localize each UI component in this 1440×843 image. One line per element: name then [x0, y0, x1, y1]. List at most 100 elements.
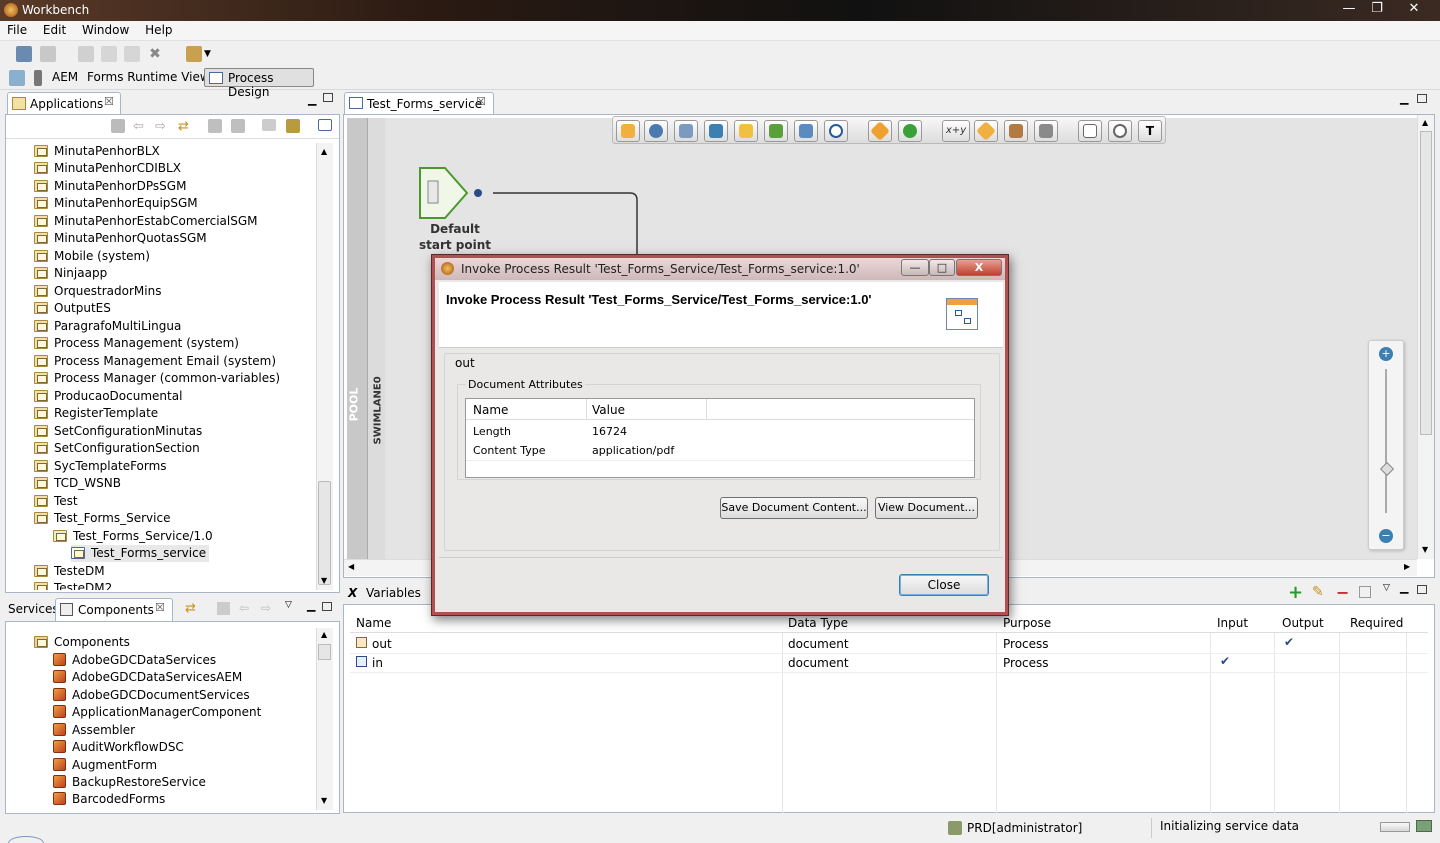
maximize-view-icon[interactable]: [1417, 94, 1427, 103]
palette-user-button[interactable]: [644, 120, 668, 142]
column-data-type[interactable]: Data Type: [788, 616, 848, 630]
table-row[interactable]: Content Type application/pdf: [466, 442, 974, 461]
tab-components[interactable]: Components ☒: [55, 598, 173, 621]
scrollbar-thumb[interactable]: [318, 644, 331, 660]
list-item[interactable]: Process Management Email (system): [34, 353, 276, 370]
applications-scrollbar[interactable]: ▲ ▼: [316, 143, 333, 590]
column-name[interactable]: Name: [356, 616, 391, 630]
list-item[interactable]: Mobile (system): [34, 248, 150, 265]
list-item[interactable]: MinutaPenhorEstabComercialSGM: [34, 213, 258, 230]
minimize-view-icon[interactable]: ▁: [1400, 581, 1408, 594]
filter-icon[interactable]: [262, 119, 276, 131]
palette-xy-button[interactable]: x+y: [942, 120, 970, 142]
list-item[interactable]: Assembler: [53, 722, 135, 739]
list-item[interactable]: TesteDM: [34, 563, 105, 580]
home-icon[interactable]: [217, 602, 230, 615]
menu-window[interactable]: Window: [75, 21, 134, 37]
pool[interactable]: POOL SWIMLANE0: [347, 118, 385, 559]
scrollbar-thumb[interactable]: [318, 481, 331, 585]
progress-view-icon[interactable]: [1416, 820, 1432, 832]
list-item[interactable]: ProducaoDocumental: [34, 388, 182, 405]
list-item[interactable]: Components: [34, 634, 130, 651]
tab-services[interactable]: Services: [8, 602, 59, 616]
swimlane[interactable]: [367, 118, 385, 559]
copy-icon[interactable]: [1359, 586, 1371, 598]
new-icon[interactable]: [16, 46, 32, 62]
list-item[interactable]: ApplicationManagerComponent: [53, 704, 261, 721]
list-item[interactable]: Process Management (system): [34, 335, 239, 352]
palette-text-button[interactable]: T: [1138, 120, 1162, 142]
add-variable-icon[interactable]: +: [1288, 582, 1303, 603]
palette-group-button[interactable]: [674, 120, 698, 142]
maximize-button[interactable]: ❐: [1362, 0, 1392, 18]
tab-applications[interactable]: Applications ☒: [7, 92, 121, 114]
delete-icon[interactable]: ✖: [147, 46, 163, 62]
zoom-in-icon[interactable]: +: [1379, 347, 1393, 361]
expand-all-icon[interactable]: [231, 119, 245, 133]
scroll-down-icon[interactable]: ▼: [321, 796, 327, 805]
minimize-button[interactable]: —: [1334, 0, 1364, 18]
close-icon[interactable]: ☒: [155, 601, 165, 614]
scroll-up-icon[interactable]: ▲: [321, 147, 327, 156]
minimize-view-icon[interactable]: ▁: [307, 599, 315, 612]
minimize-view-icon[interactable]: ▁: [1400, 92, 1408, 105]
output-checkbox[interactable]: ✔: [1284, 635, 1294, 649]
list-item[interactable]: MinutaPenhorCDIBLX: [34, 160, 181, 177]
table-row[interactable]: in document Process ✔: [350, 654, 1428, 673]
close-icon[interactable]: ☒: [476, 95, 486, 108]
list-item[interactable]: Test_Forms_Service/1.0: [53, 528, 213, 545]
forward-icon[interactable]: ⇨: [155, 119, 171, 135]
list-item[interactable]: TCD_WSNB: [34, 475, 121, 492]
cut-icon[interactable]: [78, 46, 94, 62]
palette-event-button[interactable]: [824, 120, 848, 142]
dialog-maximize-button[interactable]: □: [929, 259, 955, 276]
tools-icon[interactable]: [186, 46, 202, 62]
palette-add-button[interactable]: [704, 120, 728, 142]
column-output[interactable]: Output: [1282, 616, 1324, 630]
palette-subprocess-button[interactable]: [794, 120, 818, 142]
view-document-button[interactable]: View Document...: [875, 497, 978, 519]
menu-edit[interactable]: Edit: [36, 21, 71, 37]
column-input[interactable]: Input: [1217, 616, 1248, 630]
view-menu-icon[interactable]: ▽: [285, 600, 292, 610]
list-item[interactable]: Test: [34, 493, 78, 510]
tab-variables[interactable]: Variables: [366, 586, 421, 600]
list-item-selected[interactable]: Test_Forms_service: [71, 545, 210, 562]
scroll-right-icon[interactable]: ▶: [1404, 562, 1410, 571]
remove-variable-icon[interactable]: −: [1336, 583, 1349, 602]
scroll-down-icon[interactable]: ▼: [321, 576, 327, 585]
view-menu-icon[interactable]: ▽: [1383, 583, 1390, 593]
list-item[interactable]: Process Manager (common-variables): [34, 370, 280, 387]
save-document-button[interactable]: Save Document Content...: [720, 497, 868, 519]
open-perspective-icon[interactable]: [9, 70, 25, 86]
scroll-up-icon[interactable]: ▲: [1422, 118, 1428, 127]
back-icon[interactable]: ⇦: [239, 601, 249, 615]
list-item[interactable]: MinutaPenhorBLX: [34, 143, 160, 160]
list-item[interactable]: BarcodedForms: [53, 791, 165, 808]
list-item[interactable]: AdobeGDCDataServices: [53, 652, 216, 669]
list-item[interactable]: SetConfigurationSection: [34, 440, 200, 457]
copy-icon[interactable]: [101, 46, 117, 62]
maximize-view-icon[interactable]: [1417, 585, 1427, 594]
perspective-aem[interactable]: AEM: [52, 70, 78, 84]
maximize-view-icon[interactable]: [323, 93, 333, 102]
scroll-down-icon[interactable]: ▼: [1422, 545, 1428, 554]
list-item[interactable]: AdobeGDCDocumentServices: [53, 687, 250, 704]
list-item[interactable]: TesteDM2: [34, 580, 112, 590]
chevron-down-icon[interactable]: ▼: [204, 46, 220, 62]
palette-run-button[interactable]: [898, 120, 922, 142]
components-scrollbar[interactable]: ▲ ▼: [316, 628, 333, 810]
forward-icon[interactable]: ⇨: [261, 601, 271, 615]
palette-assign-button[interactable]: [734, 120, 758, 142]
minimize-view-icon[interactable]: ▁: [308, 93, 316, 106]
list-item[interactable]: MinutaPenhorQuotasSGM: [34, 230, 207, 247]
list-item[interactable]: MinutaPenhorEquipSGM: [34, 195, 198, 212]
sync-icon[interactable]: ⇄: [185, 601, 196, 616]
scroll-left-icon[interactable]: ◀: [348, 562, 354, 571]
list-item[interactable]: BackupRestoreService: [53, 774, 206, 791]
palette-gateway-button[interactable]: [868, 120, 892, 142]
save-icon[interactable]: [40, 46, 56, 62]
column-required[interactable]: Required: [1350, 616, 1403, 630]
table-row[interactable]: out document Process ✔: [350, 635, 1428, 654]
column-purpose[interactable]: Purpose: [1003, 616, 1051, 630]
